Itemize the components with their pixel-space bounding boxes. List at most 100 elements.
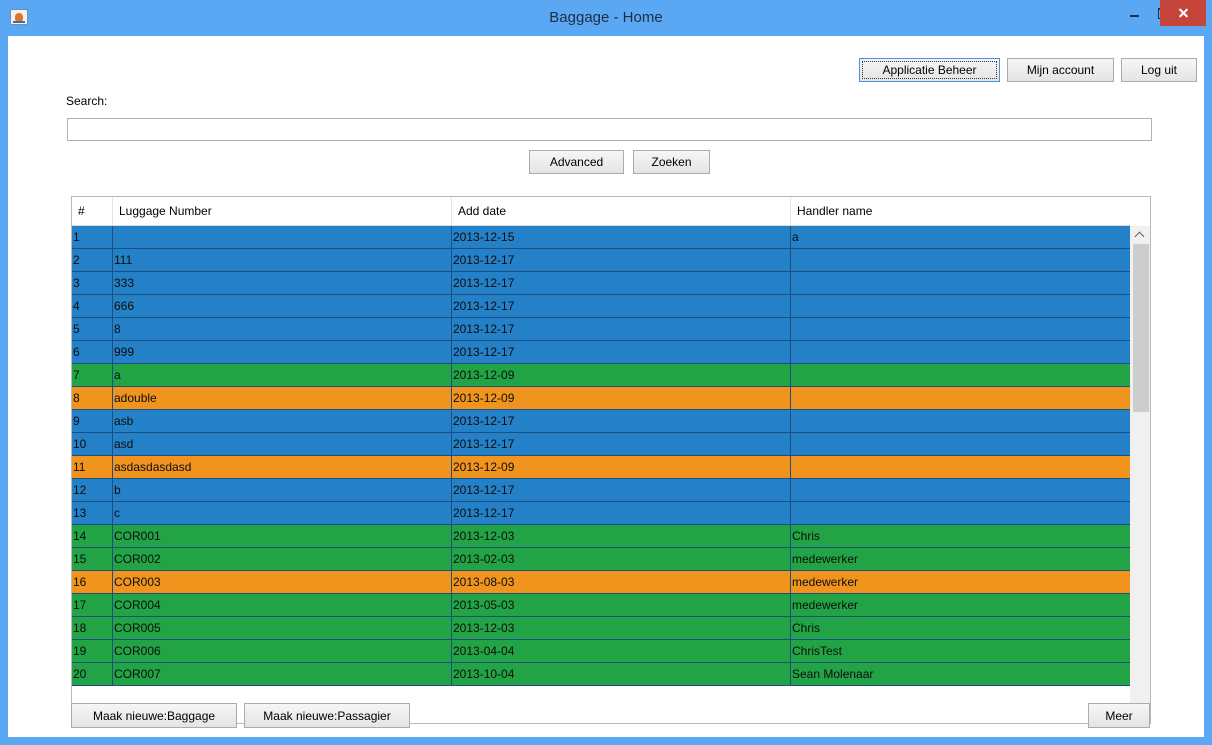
cell-number[interactable]: 17 — [72, 594, 113, 616]
cell-handler-name[interactable]: a — [791, 226, 1130, 248]
cell-number[interactable]: 6 — [72, 341, 113, 363]
cell-handler-name[interactable]: Chris — [791, 525, 1130, 547]
cell-luggage-number[interactable]: COR005 — [113, 617, 452, 639]
cell-number[interactable]: 3 — [72, 272, 113, 294]
table-row[interactable]: 16 COR003 2013-08-03 medewerker — [72, 571, 1130, 594]
cell-add-date[interactable]: 2013-12-17 — [452, 272, 791, 294]
advanced-button[interactable]: Advanced — [529, 150, 624, 174]
cell-handler-name[interactable] — [791, 410, 1130, 432]
column-header-add-date[interactable]: Add date — [452, 197, 791, 226]
zoeken-button[interactable]: Zoeken — [633, 150, 710, 174]
title-bar[interactable]: Baggage - Home — [0, 0, 1212, 36]
table-row[interactable]: 17 COR004 2013-05-03 medewerker — [72, 594, 1130, 617]
table-row[interactable]: 20 COR007 2013-10-04 Sean Molenaar — [72, 663, 1130, 686]
baggage-table[interactable]: # Luggage Number Add date Handler name 1… — [71, 196, 1151, 724]
table-row[interactable]: 1 2013-12-15 a — [72, 226, 1130, 249]
cell-number[interactable]: 5 — [72, 318, 113, 340]
cell-luggage-number[interactable]: adouble — [113, 387, 452, 409]
cell-handler-name[interactable] — [791, 272, 1130, 294]
chevron-up-icon[interactable] — [1130, 226, 1150, 244]
cell-luggage-number[interactable]: 111 — [113, 249, 452, 271]
cell-luggage-number[interactable]: c — [113, 502, 452, 524]
cell-handler-name[interactable]: medewerker — [791, 571, 1130, 593]
cell-number[interactable]: 8 — [72, 387, 113, 409]
cell-handler-name[interactable]: medewerker — [791, 594, 1130, 616]
column-header-number[interactable]: # — [72, 197, 113, 226]
cell-add-date[interactable]: 2013-12-17 — [452, 502, 791, 524]
cell-number[interactable]: 7 — [72, 364, 113, 386]
cell-add-date[interactable]: 2013-10-04 — [452, 663, 791, 685]
cell-luggage-number[interactable]: 333 — [113, 272, 452, 294]
cell-number[interactable]: 20 — [72, 663, 113, 685]
cell-luggage-number[interactable] — [113, 226, 452, 248]
cell-add-date[interactable]: 2013-08-03 — [452, 571, 791, 593]
cell-handler-name[interactable]: Sean Molenaar — [791, 663, 1130, 685]
cell-handler-name[interactable]: medewerker — [791, 548, 1130, 570]
cell-luggage-number[interactable]: 999 — [113, 341, 452, 363]
cell-luggage-number[interactable]: asd — [113, 433, 452, 455]
table-row[interactable]: 6 999 2013-12-17 — [72, 341, 1130, 364]
cell-number[interactable]: 4 — [72, 295, 113, 317]
cell-add-date[interactable]: 2013-12-09 — [452, 456, 791, 478]
cell-handler-name[interactable] — [791, 249, 1130, 271]
cell-luggage-number[interactable]: COR006 — [113, 640, 452, 662]
cell-number[interactable]: 11 — [72, 456, 113, 478]
table-row[interactable]: 5 8 2013-12-17 — [72, 318, 1130, 341]
cell-number[interactable]: 15 — [72, 548, 113, 570]
table-row[interactable]: 7 a 2013-12-09 — [72, 364, 1130, 387]
table-row[interactable]: 9 asb 2013-12-17 — [72, 410, 1130, 433]
column-header-handler-name[interactable]: Handler name — [791, 197, 1130, 226]
table-row[interactable]: 15 COR002 2013-02-03 medewerker — [72, 548, 1130, 571]
table-row[interactable]: 12 b 2013-12-17 — [72, 479, 1130, 502]
cell-handler-name[interactable]: ChrisTest — [791, 640, 1130, 662]
table-row[interactable]: 18 COR005 2013-12-03 Chris — [72, 617, 1130, 640]
search-input[interactable] — [67, 118, 1152, 141]
cell-add-date[interactable]: 2013-12-17 — [452, 410, 791, 432]
cell-add-date[interactable]: 2013-12-17 — [452, 295, 791, 317]
cell-handler-name[interactable] — [791, 479, 1130, 501]
cell-number[interactable]: 1 — [72, 226, 113, 248]
cell-luggage-number[interactable]: a — [113, 364, 452, 386]
cell-add-date[interactable]: 2013-12-03 — [452, 525, 791, 547]
cell-number[interactable]: 14 — [72, 525, 113, 547]
table-row[interactable]: 3 333 2013-12-17 — [72, 272, 1130, 295]
cell-handler-name[interactable] — [791, 295, 1130, 317]
table-row[interactable]: 19 COR006 2013-04-04 ChrisTest — [72, 640, 1130, 663]
minimize-icon[interactable] — [1122, 0, 1148, 26]
cell-luggage-number[interactable]: 666 — [113, 295, 452, 317]
logout-button[interactable]: Log uit — [1121, 58, 1197, 82]
cell-handler-name[interactable] — [791, 318, 1130, 340]
my-account-button[interactable]: Mijn account — [1007, 58, 1114, 82]
cell-handler-name[interactable] — [791, 387, 1130, 409]
column-header-luggage-number[interactable]: Luggage Number — [113, 197, 452, 226]
table-row[interactable]: 13 c 2013-12-17 — [72, 502, 1130, 525]
cell-add-date[interactable]: 2013-12-17 — [452, 479, 791, 501]
cell-add-date[interactable]: 2013-12-17 — [452, 433, 791, 455]
cell-add-date[interactable]: 2013-12-17 — [452, 318, 791, 340]
cell-number[interactable]: 9 — [72, 410, 113, 432]
cell-add-date[interactable]: 2013-12-03 — [452, 617, 791, 639]
table-row[interactable]: 14 COR001 2013-12-03 Chris — [72, 525, 1130, 548]
cell-handler-name[interactable]: Chris — [791, 617, 1130, 639]
cell-add-date[interactable]: 2013-12-09 — [452, 364, 791, 386]
table-row[interactable]: 4 666 2013-12-17 — [72, 295, 1130, 318]
cell-luggage-number[interactable]: COR001 — [113, 525, 452, 547]
cell-add-date[interactable]: 2013-12-17 — [452, 249, 791, 271]
cell-luggage-number[interactable]: COR007 — [113, 663, 452, 685]
cell-add-date[interactable]: 2013-04-04 — [452, 640, 791, 662]
cell-handler-name[interactable] — [791, 456, 1130, 478]
cell-number[interactable]: 18 — [72, 617, 113, 639]
cell-luggage-number[interactable]: 8 — [113, 318, 452, 340]
cell-handler-name[interactable] — [791, 433, 1130, 455]
cell-number[interactable]: 13 — [72, 502, 113, 524]
cell-number[interactable]: 16 — [72, 571, 113, 593]
cell-number[interactable]: 2 — [72, 249, 113, 271]
table-row[interactable]: 8 adouble 2013-12-09 — [72, 387, 1130, 410]
cell-luggage-number[interactable]: COR003 — [113, 571, 452, 593]
cell-add-date[interactable]: 2013-12-09 — [452, 387, 791, 409]
table-row[interactable]: 11 asdasdasdasd 2013-12-09 — [72, 456, 1130, 479]
cell-luggage-number[interactable]: b — [113, 479, 452, 501]
scrollbar-thumb[interactable] — [1133, 244, 1149, 412]
table-row[interactable]: 2 111 2013-12-17 — [72, 249, 1130, 272]
cell-number[interactable]: 12 — [72, 479, 113, 501]
